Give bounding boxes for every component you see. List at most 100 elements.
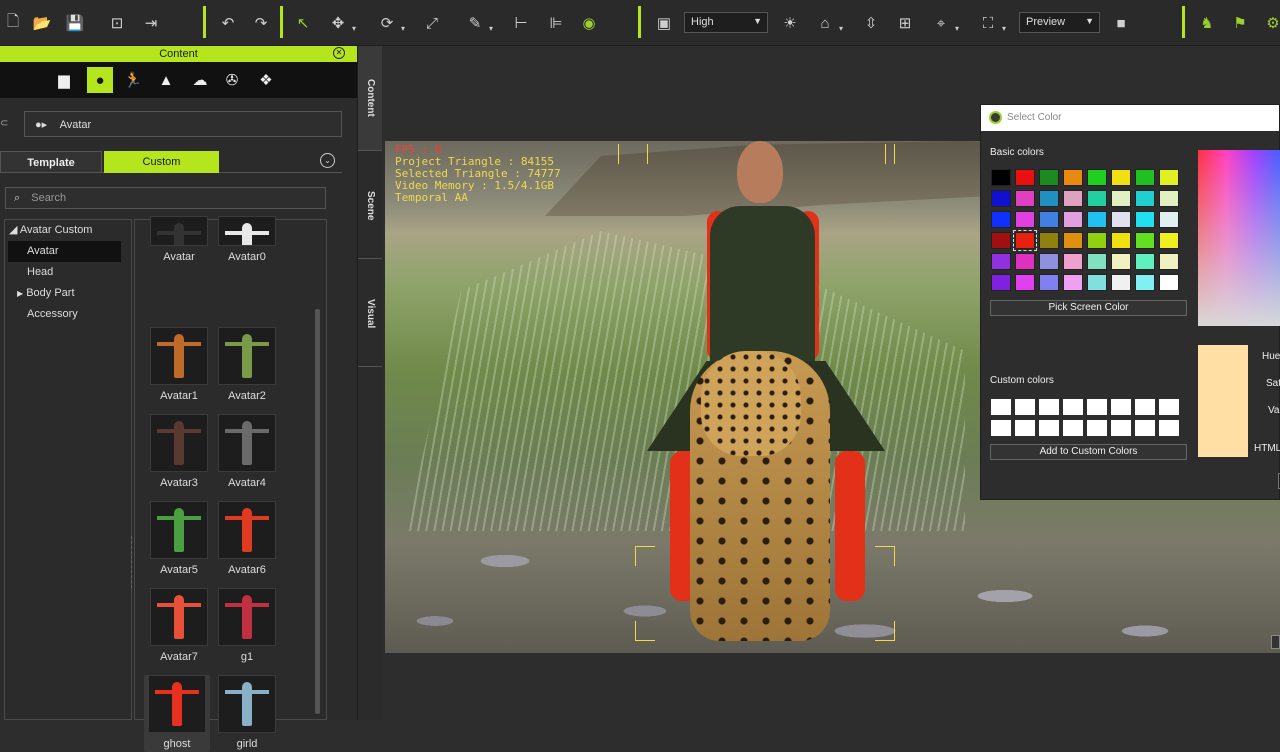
color-swatch[interactable] <box>1039 232 1059 249</box>
content-item[interactable]: ghost <box>144 675 210 752</box>
prop-icon[interactable]: ☁ <box>187 67 213 93</box>
color-swatch[interactable] <box>1015 274 1035 291</box>
custom-color-swatch[interactable] <box>1159 420 1179 436</box>
tree-node-avatar[interactable]: Avatar <box>8 241 121 262</box>
content-item[interactable]: Avatar5 <box>149 501 209 576</box>
color-swatch[interactable] <box>1039 169 1059 186</box>
color-swatch[interactable] <box>1111 211 1131 228</box>
custom-color-swatch[interactable] <box>991 399 1011 415</box>
color-swatch[interactable] <box>1063 169 1083 186</box>
color-swatch[interactable] <box>1135 211 1155 228</box>
film-reel-icon[interactable]: ✇ <box>219 67 245 93</box>
color-swatch[interactable] <box>1063 211 1083 228</box>
tab-custom[interactable]: Custom <box>104 151 219 173</box>
color-swatch[interactable] <box>1039 274 1059 291</box>
export-icon[interactable]: ⇥ <box>140 12 162 34</box>
color-swatch[interactable] <box>991 274 1011 291</box>
render-mode-select[interactable]: Preview ▼ <box>1019 12 1100 33</box>
pick-screen-color-button[interactable]: Pick Screen Color <box>990 300 1187 316</box>
character-icon[interactable]: ♞ <box>1196 12 1218 34</box>
color-swatch[interactable] <box>1039 190 1059 207</box>
tab-scene[interactable]: Scene <box>358 154 382 259</box>
custom-color-swatch[interactable] <box>1039 420 1059 436</box>
fit-all-icon[interactable]: ⊞ <box>894 12 916 34</box>
quality-select[interactable]: High ▼ <box>684 12 768 33</box>
breadcrumb[interactable]: ●▸ Avatar <box>24 111 342 137</box>
avatar-category-icon[interactable]: ● <box>87 67 113 93</box>
add-to-custom-colors-button[interactable]: Add to Custom Colors <box>990 444 1187 460</box>
color-swatch[interactable] <box>991 169 1011 186</box>
color-swatch[interactable] <box>1087 190 1107 207</box>
color-swatch[interactable] <box>1159 253 1179 270</box>
color-swatch[interactable] <box>1063 253 1083 270</box>
color-swatch[interactable] <box>1015 190 1035 207</box>
color-swatch[interactable] <box>1111 232 1131 249</box>
color-swatch[interactable] <box>1087 211 1107 228</box>
flag-icon[interactable]: ⚑ <box>1229 12 1251 34</box>
tab-template[interactable]: Template <box>0 151 102 173</box>
home-camera-icon[interactable]: ⌂ ▾ <box>814 12 843 34</box>
color-swatch[interactable] <box>1135 169 1155 186</box>
color-swatch[interactable] <box>1135 274 1155 291</box>
color-swatch[interactable] <box>1087 274 1107 291</box>
content-item[interactable]: Avatar2 <box>217 327 277 402</box>
custom-color-swatch[interactable] <box>1063 399 1083 415</box>
tab-content[interactable]: Content <box>358 46 382 151</box>
align-left-icon[interactable]: ⊢ <box>510 12 532 34</box>
open-folder-icon[interactable]: 📂 <box>31 12 53 34</box>
light-icon[interactable]: ☀ <box>779 12 801 34</box>
content-item[interactable]: Avatar3 <box>149 414 209 489</box>
dialog-titlebar[interactable]: Select Color <box>981 105 1279 131</box>
custom-color-swatch[interactable] <box>1015 420 1035 436</box>
color-swatch[interactable] <box>1087 232 1107 249</box>
color-swatch[interactable] <box>1159 211 1179 228</box>
color-swatch[interactable] <box>1135 253 1155 270</box>
content-item[interactable]: g1 <box>217 588 277 663</box>
redo-icon[interactable]: ↷ <box>250 12 272 34</box>
rotate-icon[interactable]: ⟳ ▾ <box>376 12 405 34</box>
custom-color-swatch[interactable] <box>1015 399 1035 415</box>
custom-color-swatch[interactable] <box>1111 399 1131 415</box>
color-swatch[interactable] <box>1015 169 1035 186</box>
custom-color-swatch[interactable] <box>1159 399 1179 415</box>
color-swatch[interactable] <box>1111 253 1131 270</box>
settings-icon[interactable]: ⚙ <box>1262 12 1280 34</box>
focus-icon[interactable]: ⛶ ▾ <box>977 12 1006 34</box>
close-icon[interactable]: ✕ <box>333 47 345 59</box>
scale-icon[interactable]: ⤢ <box>421 12 443 34</box>
back-icon[interactable]: ⊂ <box>0 118 8 129</box>
color-swatch[interactable] <box>1159 274 1179 291</box>
select-arrow-icon[interactable]: ↖ <box>292 12 314 34</box>
leopard-head[interactable] <box>701 351 801 456</box>
custom-color-swatch[interactable] <box>1039 399 1059 415</box>
expander-icon[interactable]: ▶ <box>17 289 23 298</box>
color-swatch[interactable] <box>1111 190 1131 207</box>
camera-view-icon[interactable]: ⌖ ▾ <box>930 12 959 34</box>
color-swatch[interactable] <box>1087 169 1107 186</box>
color-swatch[interactable] <box>1063 190 1083 207</box>
color-swatch[interactable] <box>1039 211 1059 228</box>
tree-node-accessory[interactable]: Accessory <box>5 304 131 325</box>
color-swatch[interactable] <box>1087 253 1107 270</box>
color-swatch[interactable] <box>991 253 1011 270</box>
viewport-corner-icon[interactable] <box>1271 635 1280 649</box>
fit-vertical-icon[interactable]: ⇳ <box>860 12 882 34</box>
color-swatch[interactable] <box>1063 274 1083 291</box>
save-icon[interactable]: 💾 <box>64 12 86 34</box>
content-item[interactable]: Avatar6 <box>217 501 277 576</box>
color-swatch[interactable] <box>1159 232 1179 249</box>
tree-node-head[interactable]: Head <box>5 262 131 283</box>
content-item[interactable]: Avatar <box>149 216 209 263</box>
content-item[interactable]: Avatar7 <box>149 588 209 663</box>
content-item[interactable]: Avatar1 <box>149 327 209 402</box>
color-spectrum[interactable] <box>1198 150 1280 326</box>
color-swatch[interactable] <box>1159 169 1179 186</box>
layout-icon[interactable]: ▣ <box>653 12 675 34</box>
color-swatch[interactable] <box>1039 253 1059 270</box>
color-swatch[interactable] <box>991 190 1011 207</box>
custom-color-swatch[interactable] <box>1111 420 1131 436</box>
content-item[interactable]: Avatar4 <box>217 414 277 489</box>
scrollbar[interactable] <box>315 309 320 714</box>
collapse-icon[interactable]: ⌄ <box>320 153 335 168</box>
expander-icon[interactable]: ◢ <box>9 224 17 236</box>
